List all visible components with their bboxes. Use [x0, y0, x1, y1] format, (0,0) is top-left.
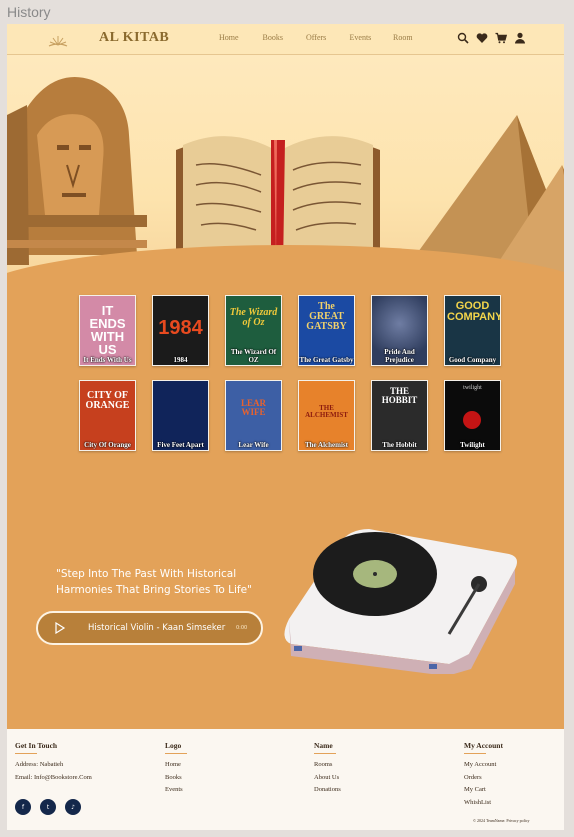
footer-link-rooms[interactable]: Rooms — [314, 759, 341, 772]
audio-player[interactable]: Historical Violin - Kaan Simseker 0:00 — [36, 611, 263, 645]
book-title: It Ends With Us — [83, 356, 132, 364]
user-icon[interactable] — [514, 32, 526, 44]
footer-link-my-account[interactable]: My Account — [464, 759, 503, 772]
play-icon[interactable] — [54, 622, 66, 634]
heading-underline — [15, 753, 37, 754]
footer-account-column: My Account My Account Orders My Cart Whi… — [464, 741, 503, 809]
footer-link-cart[interactable]: My Cart — [464, 784, 503, 797]
nav-room[interactable]: Room — [393, 33, 437, 42]
heading-underline — [165, 753, 187, 754]
hero-banner — [7, 55, 564, 295]
book-card[interactable]: 1984 1984 — [152, 295, 209, 366]
book-card[interactable]: twilight Twilight — [444, 380, 501, 451]
book-card[interactable]: Five Feet Apart — [152, 380, 209, 451]
search-icon[interactable] — [457, 32, 469, 44]
turntable-illustration — [284, 529, 517, 674]
book-title: The Wizard Of OZ — [230, 348, 277, 364]
footer-name-column: Name Rooms About Us Donations — [314, 741, 341, 797]
footer: Get In Touch Address: Nabatieh Email: In… — [7, 729, 564, 830]
nav-books[interactable]: Books — [263, 33, 307, 42]
nav-offers[interactable]: Offers — [306, 33, 350, 42]
book-card[interactable]: THE HOBBIT The Hobbit — [371, 380, 428, 451]
footer-heading: Get In Touch — [15, 741, 58, 750]
book-title: The Hobbit — [382, 441, 417, 449]
book-title: The Alchemist — [305, 441, 348, 449]
book-card[interactable]: The GREAT GATSBY The Great Gatsby — [298, 295, 355, 366]
header: AL KITAB Home Books Offers Events Room — [7, 24, 564, 55]
twitter-icon[interactable]: t — [40, 799, 56, 815]
tiktok-icon[interactable]: ♪ — [65, 799, 81, 815]
header-icons — [457, 32, 526, 44]
cart-icon[interactable] — [495, 32, 507, 44]
book-card[interactable]: THE ALCHEMIST The Alchemist — [298, 380, 355, 451]
book-title: Lear Wife — [238, 441, 269, 449]
book-card[interactable]: Pride And Prejudice — [371, 295, 428, 366]
book-card[interactable]: IT ENDS WITH US It Ends With Us — [79, 295, 136, 366]
track-time: 0:00 — [236, 625, 248, 631]
facebook-icon[interactable]: f — [15, 799, 31, 815]
nav-home[interactable]: Home — [219, 33, 263, 42]
copyright: © 2024 TeamName. Privacy policy — [473, 818, 530, 823]
footer-link-about[interactable]: About Us — [314, 772, 341, 785]
book-title: Five Feet Apart — [157, 441, 204, 449]
footer-link-wishlist[interactable]: WhishList — [464, 797, 503, 810]
music-quote: "Step Into The Past With Historical Harm… — [56, 568, 252, 596]
book-title: Good Company — [448, 356, 497, 364]
main-nav: Home Books Offers Events Room — [219, 33, 437, 42]
book-card[interactable]: GOOD COMPANY Good Company — [444, 295, 501, 366]
track-title: Historical Violin - Kaan Simseker — [88, 623, 226, 633]
heading-underline — [464, 753, 486, 754]
contact-email[interactable]: Email: Info@Bookstore.Com — [15, 772, 92, 785]
footer-link-home[interactable]: Home — [165, 759, 187, 772]
footer-link-orders[interactable]: Orders — [464, 772, 503, 785]
nav-events[interactable]: Events — [350, 33, 394, 42]
social-links: f t ♪ — [15, 799, 81, 815]
footer-contact: Get In Touch Address: Nabatieh Email: In… — [15, 741, 92, 784]
book-card[interactable]: LEAR WIFE Lear Wife — [225, 380, 282, 451]
heart-icon[interactable] — [476, 32, 488, 44]
footer-link-books[interactable]: Books — [165, 772, 187, 785]
footer-heading: Name — [314, 741, 333, 750]
footer-heading: Logo — [165, 741, 182, 750]
book-title: Pride And Prejudice — [384, 348, 415, 364]
brand-name[interactable]: AL KITAB — [99, 30, 169, 46]
footer-link-donations[interactable]: Donations — [314, 784, 341, 797]
book-title: The Great Gatsby — [299, 356, 354, 364]
book-card[interactable]: CITY OF ORANGE City Of Orange — [79, 380, 136, 451]
book-title: City Of Orange — [84, 441, 131, 449]
book-card[interactable]: The Wizard of Oz The Wizard Of OZ — [225, 295, 282, 366]
heading-underline — [314, 753, 336, 754]
book-title: 1984 — [173, 356, 188, 364]
footer-link-events[interactable]: Events — [165, 784, 187, 797]
apple-icon — [463, 411, 481, 429]
page: AL KITAB Home Books Offers Events Room I… — [7, 24, 564, 830]
contact-address: Address: Nabatieh — [15, 761, 64, 768]
book-title: Twilight — [460, 441, 485, 449]
footer-heading: My Account — [464, 741, 503, 750]
footer-logo-column: Logo Home Books Events — [165, 741, 187, 797]
logo-icon[interactable] — [47, 33, 69, 49]
window-title: History — [7, 4, 51, 20]
